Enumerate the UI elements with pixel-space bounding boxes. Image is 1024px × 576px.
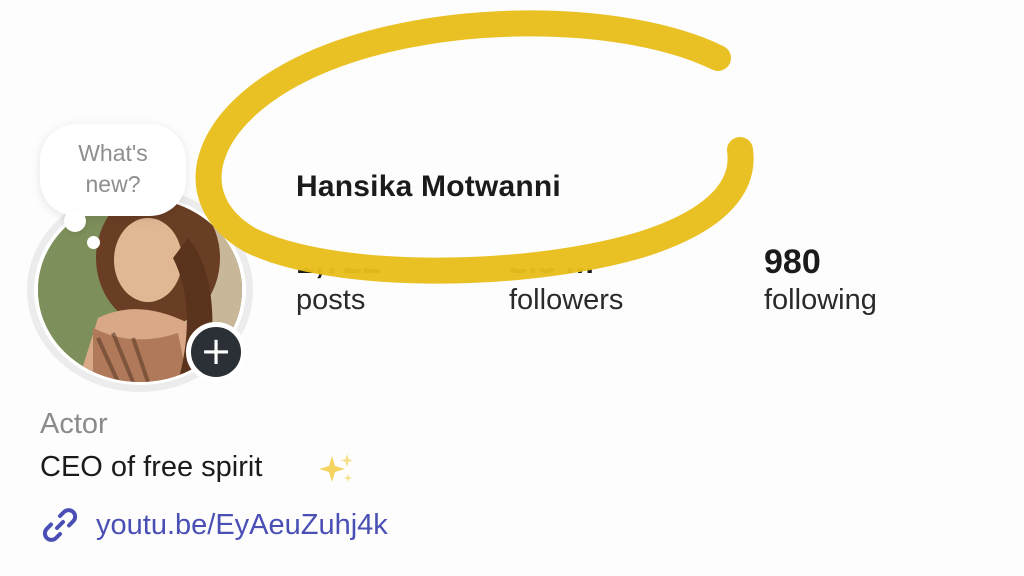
profile-header: + What's new? Hansika Motwanni 1,722 pos… <box>0 0 1024 576</box>
bio-link[interactable]: youtu.be/EyAeuZuhj4k <box>40 505 388 545</box>
posts-count: 1,722 <box>296 243 382 281</box>
followers-stat[interactable]: 2.5 M followers <box>509 240 623 317</box>
notes-bubble[interactable]: What's new? <box>40 124 186 216</box>
bio-link-text: youtu.be/EyAeuZuhj4k <box>96 508 388 541</box>
bio-category: Actor <box>40 408 108 440</box>
followers-label: followers <box>509 284 624 316</box>
following-count: 980 <box>764 243 821 281</box>
note-bubble-dot <box>64 210 86 232</box>
note-bubble-dot-small <box>87 236 100 249</box>
bio-text: CEO of free spirit <box>40 451 263 483</box>
posts-stat[interactable]: 1,722 posts <box>296 240 381 317</box>
note-line-1: What's <box>78 140 148 166</box>
sparkles-icon <box>319 454 353 482</box>
following-label: following <box>764 284 877 316</box>
note-line-2: new? <box>85 171 141 197</box>
followers-count: 2.5 M <box>509 243 595 281</box>
link-icon <box>42 508 78 542</box>
following-stat[interactable]: 980 following <box>764 240 877 317</box>
profile-name: Hansika Motwanni <box>296 170 561 203</box>
plus-icon: + <box>200 329 232 373</box>
add-story-button[interactable]: + <box>186 322 246 382</box>
posts-label: posts <box>296 284 366 316</box>
